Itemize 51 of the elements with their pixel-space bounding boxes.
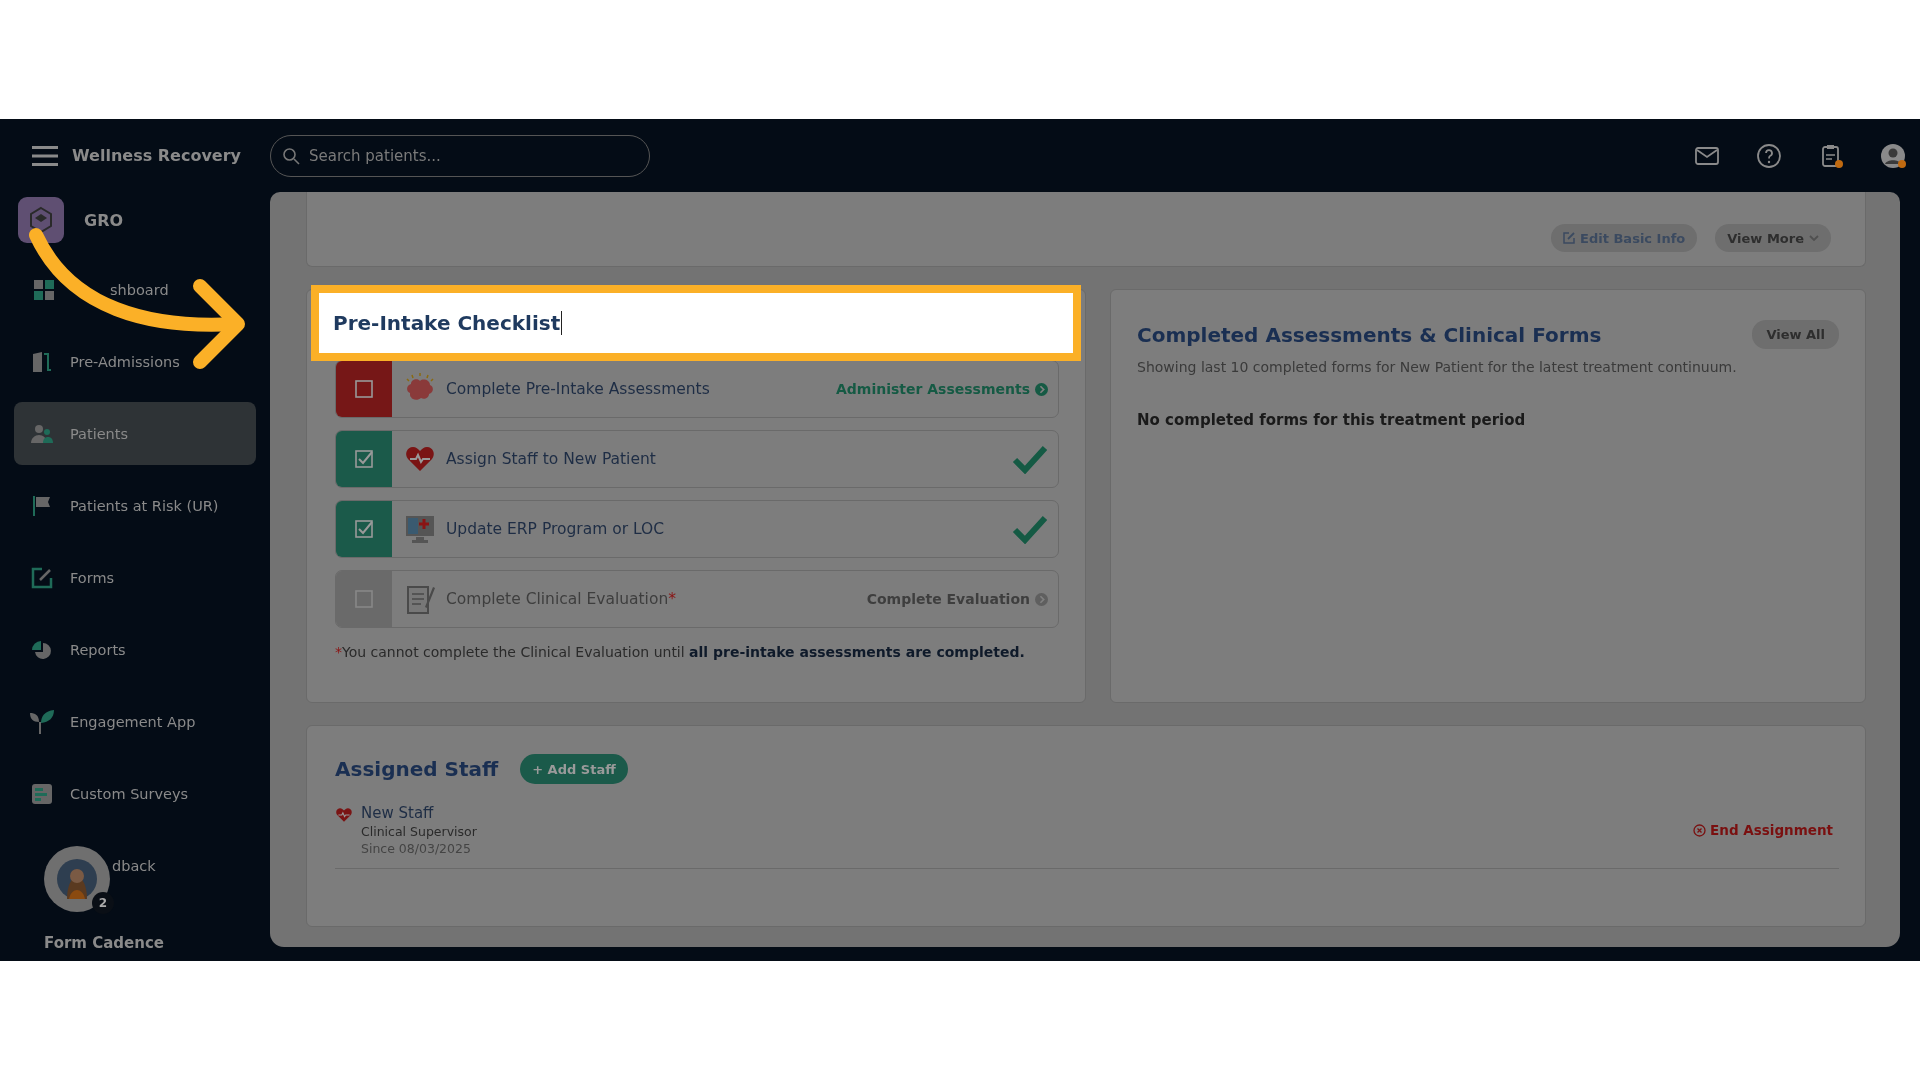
sidebar-item[interactable]: Reports [14, 618, 256, 681]
checkbox[interactable] [355, 450, 373, 468]
staff-since: Since 08/03/2025 [361, 841, 472, 856]
monitor-icon [404, 513, 436, 545]
app-name: Wellness Recovery [72, 146, 241, 165]
avatar-icon[interactable] [1880, 142, 1906, 169]
edit-icon [30, 565, 54, 590]
sidebar-item[interactable]: shboard [14, 258, 256, 321]
grid-icon [32, 277, 56, 302]
count-badge: 2 [92, 892, 114, 914]
arrow-circle-icon [1035, 592, 1048, 606]
heart-icon [335, 806, 353, 824]
sidebar-item[interactable]: Pre-Admissions [14, 330, 256, 393]
sidebar-item[interactable]: Forms [14, 546, 256, 609]
item-label: Complete Pre-Intake Assessments [446, 380, 710, 398]
search-field[interactable]: Search patients... [270, 134, 650, 177]
search-icon [282, 146, 300, 165]
item-label: Assign Staff to New Patient [446, 450, 656, 468]
footnote: *You cannot complete the Clinical Evaluation until all pre-intake assessments are completed. [335, 644, 1026, 660]
menu-icon[interactable] [32, 144, 58, 167]
survey-icon [30, 781, 54, 806]
clipboard-icon [404, 583, 436, 615]
person-avatar [57, 859, 97, 899]
org-logo[interactable] [18, 197, 64, 243]
staff-role: Clinical Supervisor [361, 824, 477, 839]
checkmark-icon [1012, 444, 1048, 474]
sidebar-item[interactable]: Patients [14, 402, 256, 465]
sidebar-item[interactable]: Custom Surveys [14, 762, 256, 825]
chevron-down-icon [1809, 234, 1819, 242]
arrow-circle-icon [1035, 382, 1048, 396]
checkbox[interactable] [355, 380, 373, 398]
card-title: Assigned Staff [335, 757, 499, 781]
widget-label: Form Cadence [44, 934, 164, 952]
item-label: Complete Clinical Evaluation* [446, 590, 676, 608]
staff-name: New Staff [361, 804, 435, 822]
card-subtitle: Showing last 10 completed forms for New Patient for the latest treatment continuum. [1137, 359, 1738, 375]
item-label: Update ERP Program or LOC [446, 520, 665, 538]
sidebar-item[interactable]: Engagement App [14, 690, 256, 753]
checkbox[interactable] [355, 520, 373, 538]
card-title: Completed Assessments & Clinical Forms [1137, 322, 1602, 347]
org-name: GRO [84, 210, 124, 230]
sprout-icon [30, 709, 54, 734]
door-icon [30, 349, 54, 374]
pencil-icon [1563, 232, 1576, 244]
close-circle-icon [1693, 823, 1707, 837]
checkmark-icon [1012, 514, 1048, 544]
help-icon[interactable] [1756, 142, 1782, 169]
checklist-title: Pre-Intake Checklist [333, 311, 563, 335]
sidebar-item[interactable]: Patients at Risk (UR) [14, 474, 256, 537]
empty-message: No completed forms for this treatment period [1137, 411, 1527, 429]
checkbox[interactable] [355, 590, 373, 608]
